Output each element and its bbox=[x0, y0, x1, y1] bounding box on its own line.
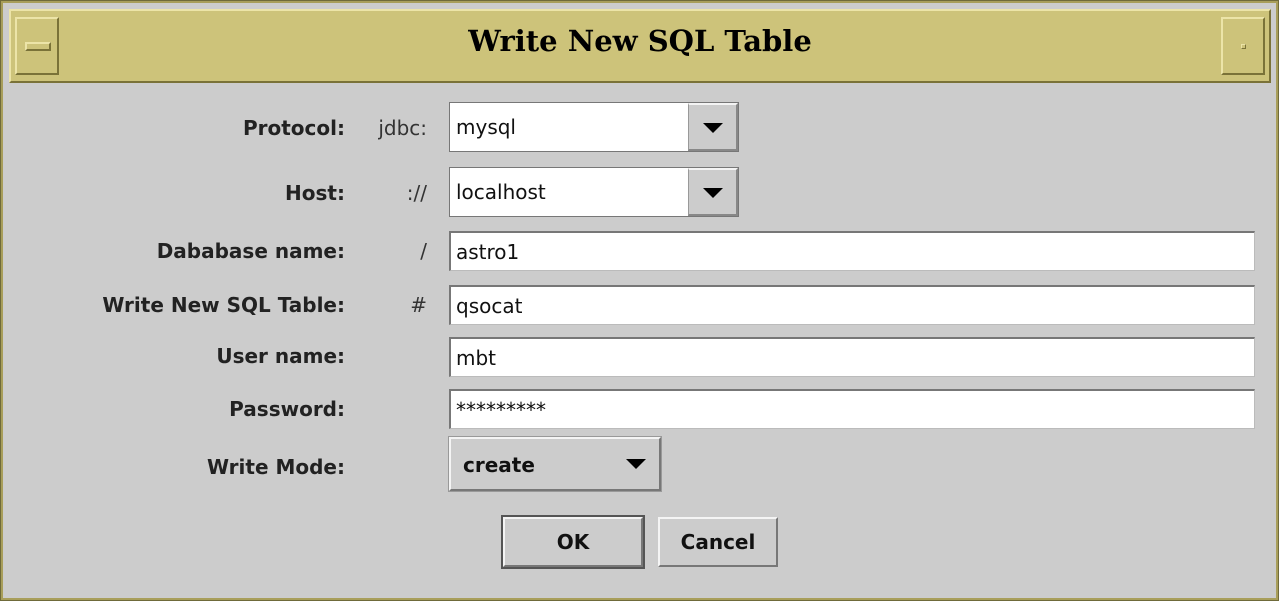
database-field[interactable]: astro1 bbox=[449, 231, 1255, 271]
database-prefix: / bbox=[420, 239, 427, 263]
maximize-button[interactable] bbox=[1221, 17, 1265, 75]
ok-button[interactable]: OK bbox=[501, 515, 645, 569]
chevron-down-icon bbox=[626, 459, 646, 469]
host-value[interactable]: localhost bbox=[456, 180, 546, 204]
chevron-down-icon bbox=[703, 123, 723, 133]
user-name-value: mbt bbox=[456, 346, 497, 370]
write-mode-label: Write Mode: bbox=[206, 455, 345, 479]
password-value: ********* bbox=[456, 398, 546, 422]
table-prefix: # bbox=[410, 293, 427, 317]
title-bar[interactable]: Write New SQL Table bbox=[9, 9, 1271, 83]
host-dropdown-button[interactable] bbox=[688, 168, 738, 216]
database-label: Dababase name: bbox=[156, 239, 345, 263]
chevron-down-icon bbox=[703, 188, 723, 198]
protocol-value[interactable]: mysql bbox=[456, 115, 516, 139]
cancel-button[interactable]: Cancel bbox=[658, 517, 778, 567]
maximize-icon bbox=[1241, 44, 1246, 49]
table-name-field[interactable]: qsocat bbox=[449, 285, 1255, 325]
password-label: Password: bbox=[229, 397, 345, 421]
protocol-dropdown-button[interactable] bbox=[688, 103, 738, 151]
user-name-field[interactable]: mbt bbox=[449, 337, 1255, 377]
table-name-value: qsocat bbox=[456, 294, 523, 318]
protocol-prefix: jdbc: bbox=[378, 116, 427, 140]
host-combo[interactable]: localhost bbox=[449, 167, 739, 217]
window-title: Write New SQL Table bbox=[468, 24, 812, 58]
database-value: astro1 bbox=[456, 240, 520, 264]
host-prefix: :// bbox=[406, 181, 427, 205]
write-mode-value: create bbox=[463, 453, 535, 477]
dialog-window: Write New SQL Table Protocol: jdbc: mysq… bbox=[0, 0, 1279, 601]
table-label: Write New SQL Table: bbox=[102, 293, 345, 317]
write-mode-select[interactable]: create bbox=[448, 436, 662, 492]
protocol-combo[interactable]: mysql bbox=[449, 102, 739, 152]
password-field[interactable]: ********* bbox=[449, 389, 1255, 429]
user-label: User name: bbox=[216, 344, 345, 368]
host-label: Host: bbox=[285, 181, 345, 205]
protocol-label: Protocol: bbox=[242, 116, 345, 140]
